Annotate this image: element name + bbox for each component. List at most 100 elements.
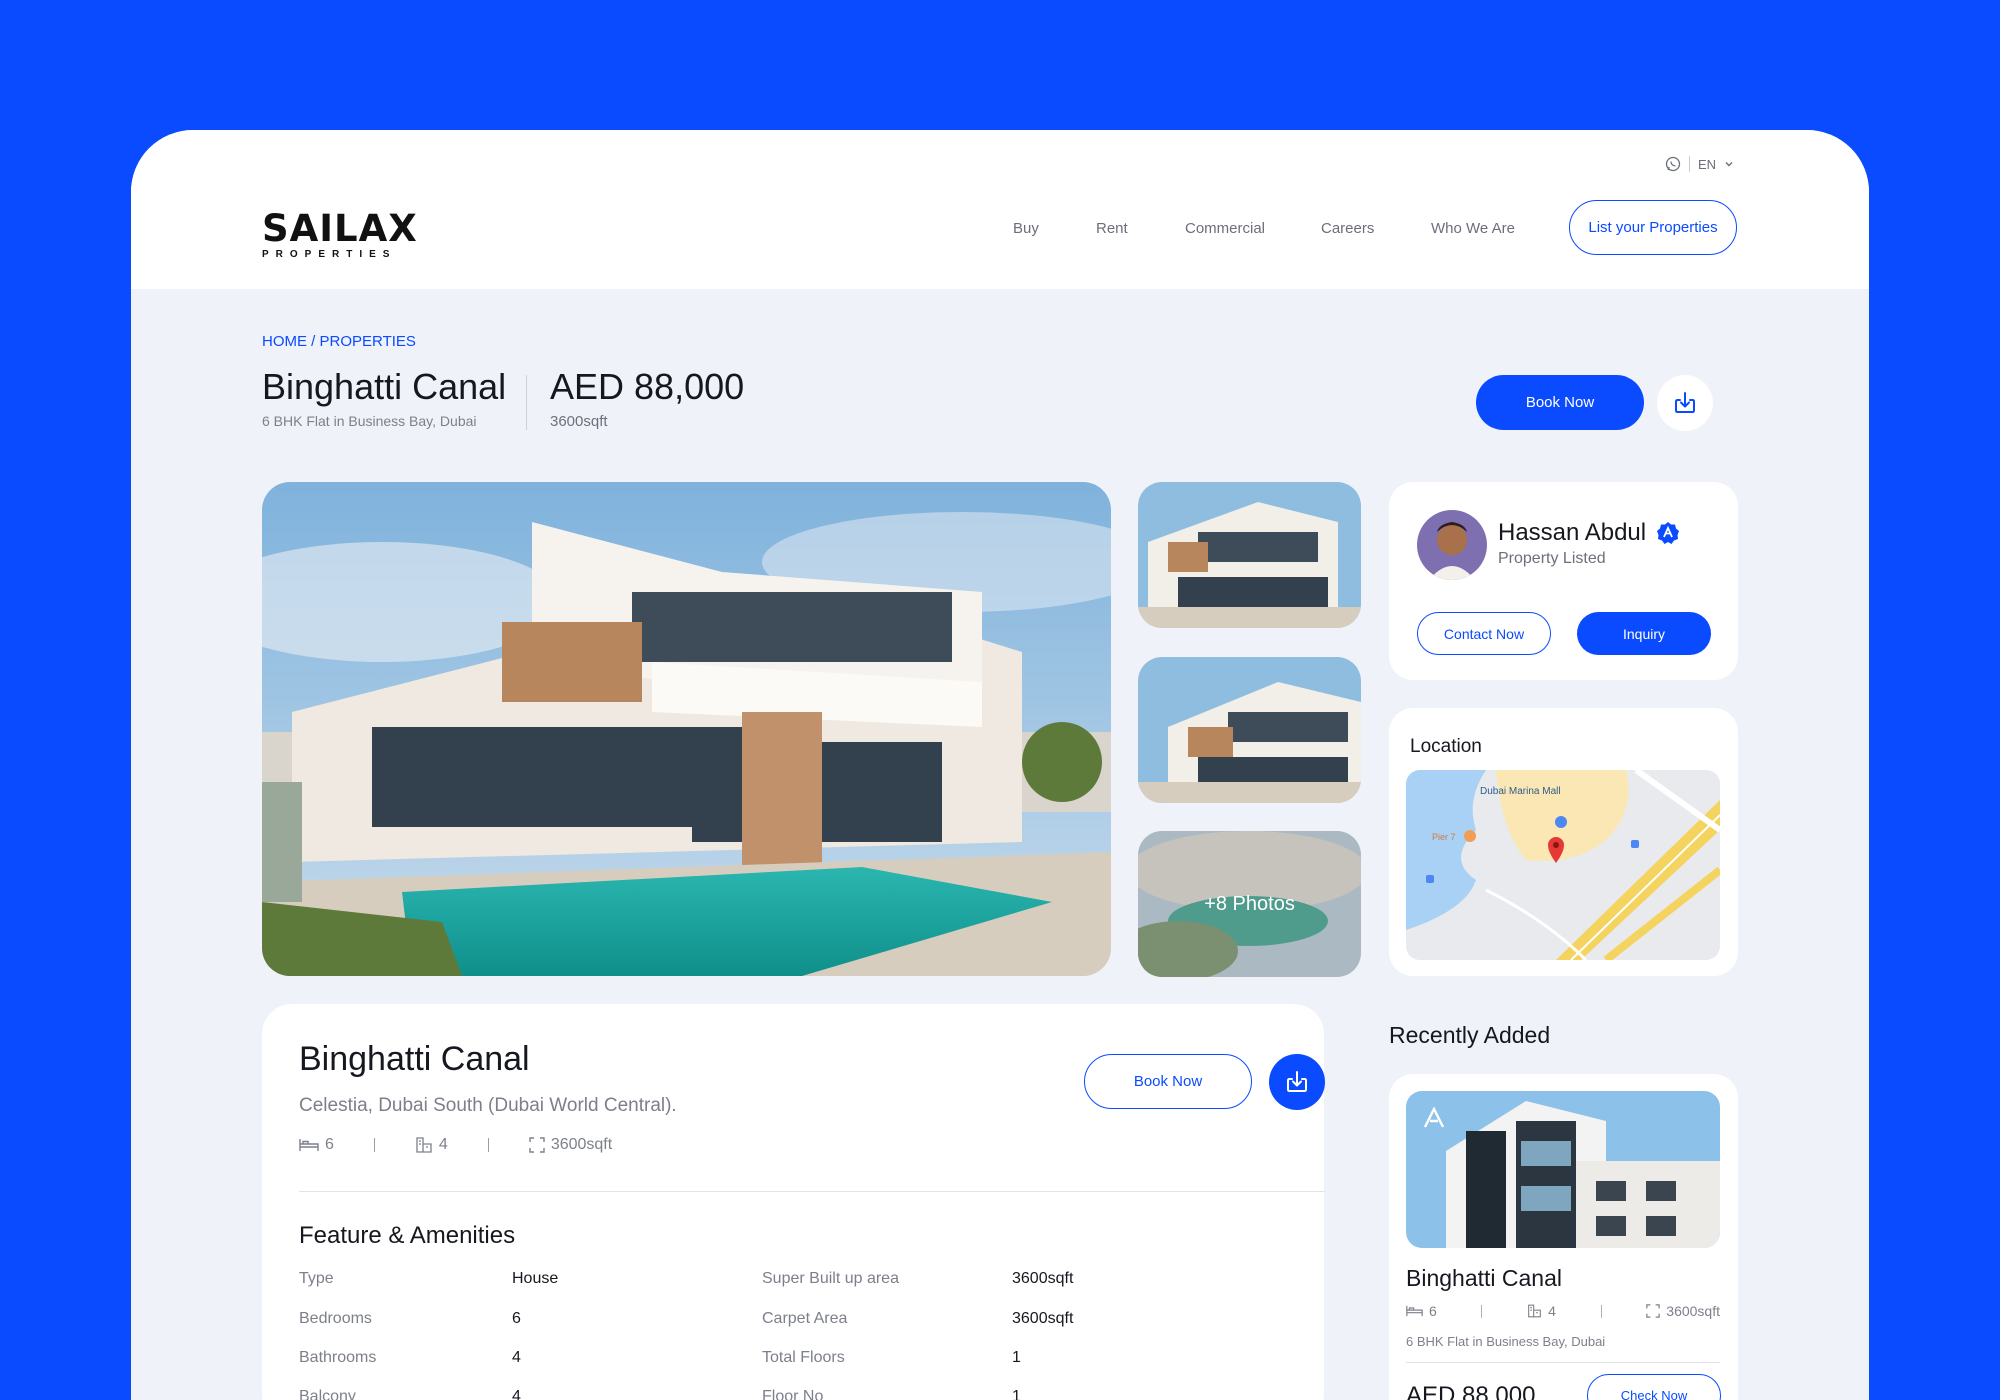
divider <box>1600 1304 1602 1318</box>
logo[interactable]: SAILAX PROPERTIES <box>262 210 418 260</box>
bedrooms-value: 6 <box>1429 1303 1437 1319</box>
feature-value: 3600sqft <box>1012 1310 1074 1327</box>
location-card: Location Dubai Marina Mall Pier 7 <box>1389 708 1738 976</box>
recent-property-image[interactable] <box>1406 1091 1720 1248</box>
logo-subtext: PROPERTIES <box>262 249 397 260</box>
brand-mark-icon <box>1423 1107 1445 1128</box>
map[interactable]: Dubai Marina Mall Pier 7 <box>1406 770 1720 960</box>
property-price: AED 88,000 <box>550 366 745 407</box>
whatsapp-icon[interactable] <box>1665 156 1681 172</box>
bath-icon <box>416 1137 432 1153</box>
area-value: 3600sqft <box>550 1136 613 1153</box>
feature-value: 4 <box>512 1388 521 1400</box>
recent-property-price: AED 88,000 <box>1406 1382 1536 1400</box>
feature-value: 3600sqft <box>1012 1270 1074 1287</box>
details-address: Celestia, Dubai South (Dubai World Centr… <box>299 1095 677 1116</box>
recent-property-title: Binghatti Canal <box>1406 1265 1562 1291</box>
feature-value: House <box>512 1270 559 1287</box>
divider <box>1688 156 1690 172</box>
feature-label: Bedrooms <box>299 1310 372 1327</box>
download-icon <box>1287 1071 1307 1092</box>
language-switcher[interactable]: EN <box>1665 156 1734 172</box>
download-button[interactable] <box>1657 375 1713 431</box>
area-icon <box>529 1137 545 1153</box>
location-title: Location <box>1410 736 1482 757</box>
location-pin-icon <box>1548 837 1564 863</box>
divider <box>487 1138 489 1152</box>
agent-name-row: Hassan Abdul <box>1498 519 1680 547</box>
feature-label: Total Floors <box>762 1349 845 1366</box>
avatar <box>1417 510 1487 580</box>
nav-rent[interactable]: Rent <box>1096 220 1128 237</box>
book-now-button[interactable]: Book Now <box>1476 375 1644 430</box>
page-title: Binghatti Canal <box>262 366 507 407</box>
bedrooms-stat: 6 <box>1406 1303 1437 1319</box>
check-now-button[interactable]: Check Now <box>1587 1374 1721 1400</box>
bathrooms-stat: 4 <box>1527 1303 1556 1319</box>
feature-label: Bathrooms <box>299 1349 377 1366</box>
feature-value: 6 <box>512 1310 521 1327</box>
divider <box>1406 1362 1720 1363</box>
top-navigation-bar: EN SAILAX PROPERTIES Buy Rent Commercial… <box>131 130 1869 289</box>
area-value: 3600sqft <box>1666 1303 1720 1319</box>
logo-text: SAILAX <box>262 207 418 250</box>
agent-role: Property Listed <box>1498 550 1606 567</box>
divider <box>1481 1304 1483 1318</box>
gallery-thumbnail[interactable] <box>1138 482 1361 628</box>
recently-added-title: Recently Added <box>1389 1022 1551 1048</box>
divider <box>373 1138 375 1152</box>
property-area: 3600sqft <box>550 413 608 430</box>
contact-now-button[interactable]: Contact Now <box>1417 612 1551 655</box>
property-details-card: Binghatti Canal Celestia, Dubai South (D… <box>262 1004 1325 1400</box>
download-button[interactable] <box>1269 1054 1325 1110</box>
download-icon <box>1675 392 1695 413</box>
feature-label: Balcony <box>299 1388 356 1400</box>
area-icon <box>1646 1304 1661 1318</box>
details-title: Binghatti Canal <box>299 1040 530 1078</box>
feature-value: 4 <box>512 1349 521 1366</box>
book-now-button[interactable]: Book Now <box>1084 1054 1252 1109</box>
main-property-image[interactable] <box>262 482 1111 976</box>
browser-window: EN SAILAX PROPERTIES Buy Rent Commercial… <box>131 130 1869 1400</box>
bedrooms-value: 6 <box>325 1136 334 1153</box>
map-label: Pier 7 <box>1432 832 1456 842</box>
nav-careers[interactable]: Careers <box>1321 220 1374 237</box>
bed-icon <box>299 1139 319 1151</box>
divider <box>299 1191 1325 1192</box>
bathrooms-value: 4 <box>1548 1303 1556 1319</box>
recent-property-meta: 6 4 3600sqft <box>1406 1303 1720 1319</box>
chevron-down-icon[interactable] <box>1724 159 1734 169</box>
property-meta: 6 4 3600sqft <box>299 1136 612 1154</box>
features-title: Feature & Amenities <box>299 1222 516 1249</box>
breadcrumb[interactable]: HOME / PROPERTIES <box>262 333 416 350</box>
nav-buy[interactable]: Buy <box>1013 220 1039 237</box>
map-label: Dubai Marina Mall <box>1480 786 1561 797</box>
more-photos-label: +8 Photos <box>1204 892 1295 915</box>
gallery-thumbnail[interactable] <box>1138 657 1361 803</box>
nav-who-we-are[interactable]: Who We Are <box>1431 220 1515 237</box>
list-properties-button[interactable]: List your Properties <box>1569 200 1737 255</box>
area-stat: 3600sqft <box>1646 1303 1720 1319</box>
recent-property-card[interactable]: Binghatti Canal 6 4 3600sqft 6 BHK Flat … <box>1389 1074 1738 1400</box>
feature-label: Carpet Area <box>762 1310 848 1327</box>
feature-value: 1 <box>1012 1388 1021 1400</box>
nav-commercial[interactable]: Commercial <box>1185 220 1265 237</box>
inquiry-button[interactable]: Inquiry <box>1577 612 1711 655</box>
bed-icon <box>1406 1305 1423 1317</box>
feature-label: Super Built up area <box>762 1270 899 1287</box>
bathrooms-stat: 4 <box>415 1136 448 1154</box>
agent-name: Hassan Abdul <box>1498 519 1647 546</box>
bedrooms-stat: 6 <box>299 1136 334 1154</box>
bath-icon <box>1528 1304 1542 1318</box>
more-photos-thumbnail[interactable]: +8 Photos <box>1138 831 1361 977</box>
feature-label: Floor No <box>762 1388 824 1400</box>
verified-badge-icon <box>1657 522 1680 544</box>
property-subtitle: 6 BHK Flat in Business Bay, Dubai <box>262 413 477 429</box>
area-stat: 3600sqft <box>529 1136 612 1154</box>
agent-card: Hassan Abdul Property Listed Contact Now… <box>1389 482 1738 680</box>
recent-property-subtitle: 6 BHK Flat in Business Bay, Dubai <box>1406 1334 1606 1349</box>
language-label[interactable]: EN <box>1698 157 1716 172</box>
divider <box>526 375 527 430</box>
feature-value: 1 <box>1012 1349 1021 1366</box>
feature-label: Type <box>299 1270 334 1287</box>
